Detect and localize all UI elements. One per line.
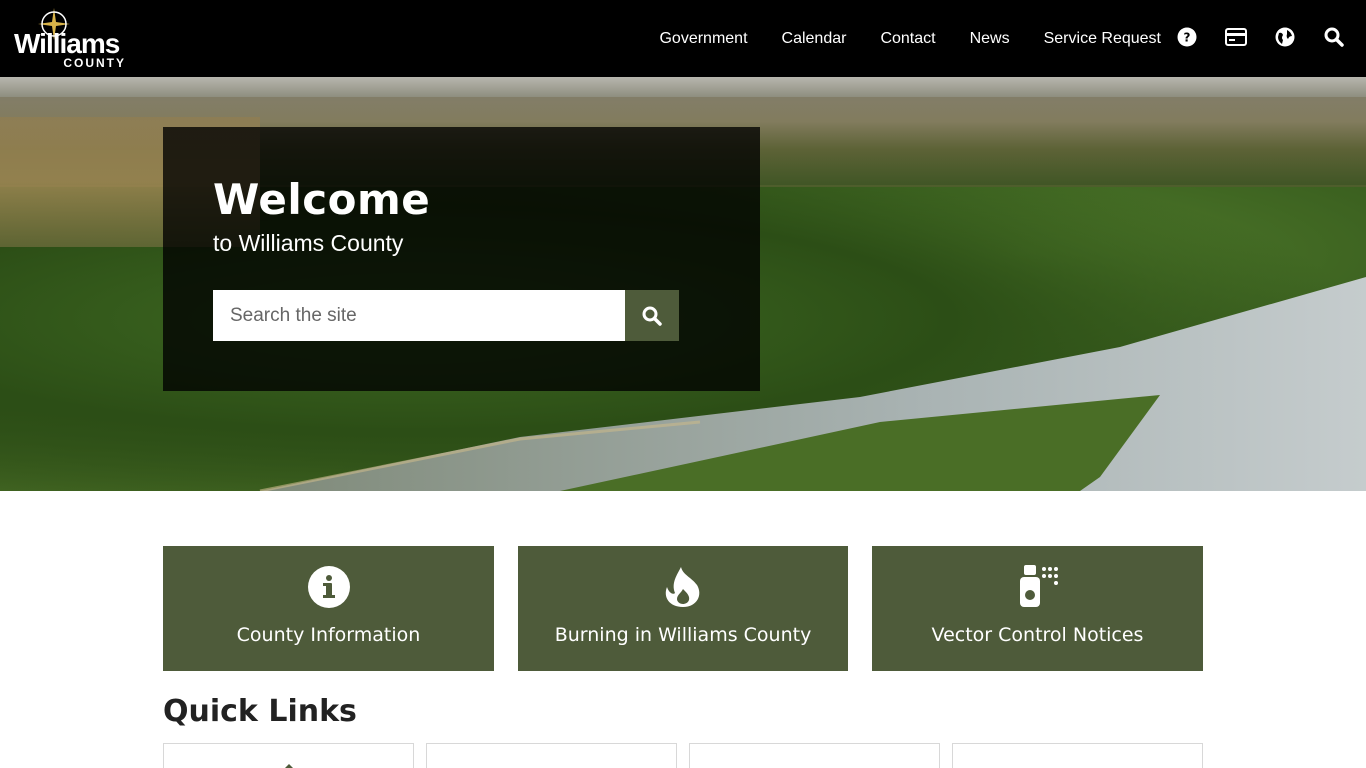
fire-icon xyxy=(661,565,705,609)
welcome-heading: Welcome xyxy=(213,175,431,224)
nav-contact[interactable]: Contact xyxy=(880,30,935,48)
translate-globe-icon[interactable] xyxy=(1273,25,1297,49)
quick-link-icon xyxy=(272,762,306,768)
card-label: Vector Control Notices xyxy=(931,624,1144,646)
welcome-panel: Welcome to Williams County xyxy=(163,127,760,391)
hero-banner: Welcome to Williams County xyxy=(0,77,1366,491)
site-search-input[interactable] xyxy=(213,290,625,341)
card-label: County Information xyxy=(236,624,421,646)
card-county-information[interactable]: County Information xyxy=(163,546,494,671)
card-vector-control[interactable]: Vector Control Notices xyxy=(872,546,1203,671)
site-search-button[interactable] xyxy=(625,290,679,341)
quick-link-tile[interactable] xyxy=(952,743,1203,768)
quick-link-tile[interactable] xyxy=(163,743,414,768)
info-icon xyxy=(307,565,351,609)
svg-text:?: ? xyxy=(1184,31,1191,45)
nav-news[interactable]: News xyxy=(970,30,1010,48)
quick-link-icon xyxy=(798,762,832,768)
quick-link-icon xyxy=(535,762,569,768)
search-icon[interactable] xyxy=(1322,25,1346,49)
nav-service-request[interactable]: Service Request xyxy=(1044,30,1161,48)
quick-links-heading: Quick Links xyxy=(163,694,357,729)
logo-subtitle: COUNTY xyxy=(63,56,126,70)
quick-link-icon xyxy=(1061,762,1095,768)
site-header: Williams COUNTY Government Calendar Cont… xyxy=(0,0,1366,77)
search-icon xyxy=(642,306,662,326)
nav-government[interactable]: Government xyxy=(659,30,747,48)
welcome-subheading: to Williams County xyxy=(213,230,404,256)
quick-link-tile[interactable] xyxy=(689,743,940,768)
main-nav: Government Calendar Contact News Service… xyxy=(625,0,1161,77)
spray-icon xyxy=(1016,565,1060,609)
card-burning[interactable]: Burning in Williams County xyxy=(518,546,848,671)
header-icon-bar: ? xyxy=(1175,25,1346,49)
nav-calendar[interactable]: Calendar xyxy=(782,30,847,48)
card-label: Burning in Williams County xyxy=(554,624,812,646)
help-icon[interactable]: ? xyxy=(1175,25,1199,49)
site-logo[interactable]: Williams COUNTY xyxy=(14,6,130,72)
quick-link-tile[interactable] xyxy=(426,743,677,768)
payment-card-icon[interactable] xyxy=(1224,25,1248,49)
